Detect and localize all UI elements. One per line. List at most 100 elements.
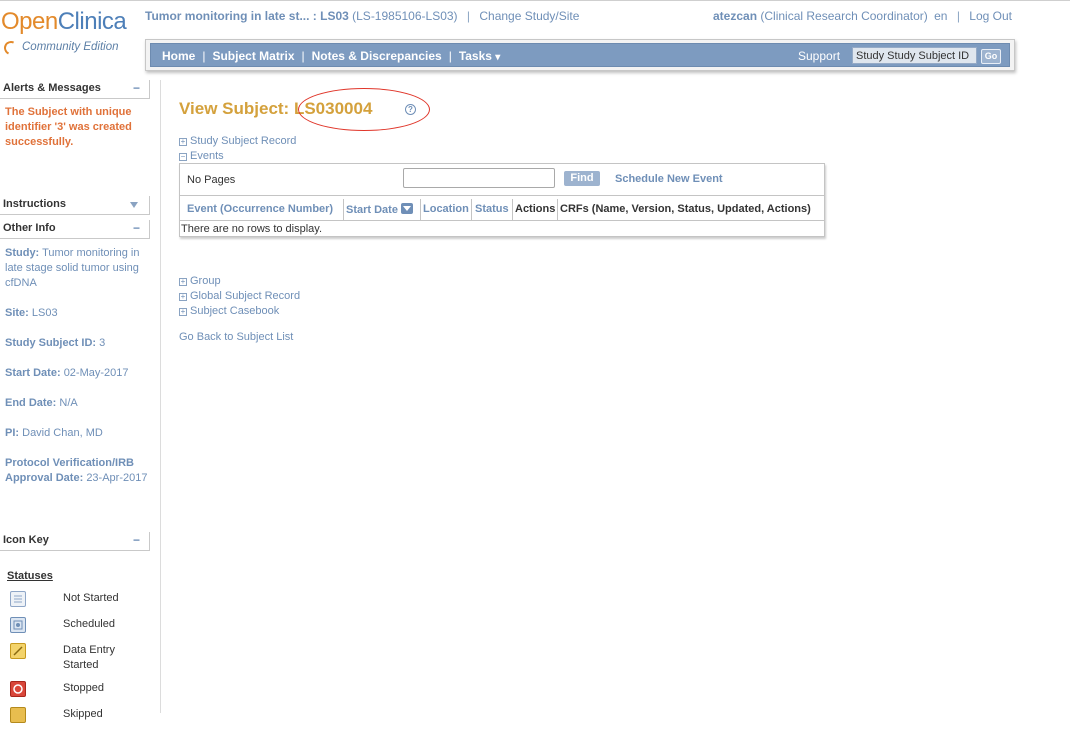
info-end-date: End Date: N/A	[5, 396, 148, 411]
status-label: Stopped	[63, 682, 104, 694]
change-study-link[interactable]: Change Study/Site	[479, 9, 579, 23]
info-study: Study: Tumor monitoring in late stage so…	[5, 246, 148, 291]
nav-separator: |	[202, 49, 206, 63]
other-info-panel-title: Other Info	[3, 222, 56, 234]
openclinica-logo[interactable]: OpenClinica Community Edition	[0, 8, 142, 60]
column-header-status[interactable]: Status	[475, 203, 509, 215]
column-header-location[interactable]: Location	[423, 203, 469, 215]
find-button[interactable]: Find	[564, 171, 600, 186]
annotation-circle	[298, 88, 430, 131]
group-label: Group	[190, 275, 221, 287]
column-header-actions: Actions	[515, 203, 556, 215]
subject-casebook-label: Subject Casebook	[190, 305, 280, 317]
icon-key-panel-header[interactable]: Icon Key −	[0, 532, 150, 551]
column-divider	[557, 199, 558, 220]
user-name: atezcan	[713, 9, 758, 23]
other-info-panel-header[interactable]: Other Info −	[0, 220, 150, 239]
info-study-label: Study:	[5, 247, 40, 259]
info-ssid-label: Study Subject ID:	[5, 337, 97, 349]
status-label: Skipped	[63, 708, 103, 720]
collapse-icon: −	[179, 152, 187, 161]
column-divider	[471, 199, 472, 220]
column-divider	[420, 199, 421, 220]
nav-separator: |	[301, 49, 305, 63]
info-ssid-value: 3	[99, 337, 106, 349]
expand-icon[interactable]	[130, 202, 138, 208]
status-label: Not Started	[63, 592, 119, 604]
info-site: Site: LS03	[5, 306, 148, 321]
nav-tasks-label: Tasks	[458, 49, 492, 63]
events-search-input[interactable]	[403, 168, 555, 188]
logo-wordmark: OpenClinica	[1, 8, 127, 36]
current-study-name: Tumor monitoring in late st... : LS03	[145, 9, 349, 23]
info-end-value: N/A	[59, 397, 78, 409]
page-title-prefix: View Subject:	[179, 99, 290, 118]
nav-items: Home | Subject Matrix | Notes & Discrepancie…	[162, 49, 500, 63]
study-subject-record-toggle[interactable]: + Study Subject Record	[179, 135, 296, 147]
icon-key-row: Not Started	[10, 591, 150, 615]
schedule-new-event-link[interactable]: Schedule New Event	[615, 173, 723, 185]
search-go-button[interactable]: Go	[981, 49, 1001, 64]
icon-key-panel-title: Icon Key	[3, 534, 49, 546]
info-protocol-verification: Protocol Verification/IRB Approval Date:…	[5, 456, 148, 486]
column-header-start-date-label: Start Date	[346, 204, 398, 216]
column-divider	[343, 199, 344, 220]
language-link[interactable]: en	[934, 9, 947, 23]
other-info-panel: Other Info −	[0, 220, 150, 239]
events-toggle[interactable]: − Events	[179, 150, 224, 162]
collapse-icon[interactable]: −	[133, 81, 140, 95]
study-subject-id-search-input[interactable]	[852, 47, 977, 64]
main-navbar: Home | Subject Matrix | Notes & Discrepancie…	[150, 43, 1010, 67]
instructions-panel-header[interactable]: Instructions	[0, 196, 150, 215]
column-header-event[interactable]: Event (Occurrence Number)	[187, 203, 333, 215]
nav-tasks[interactable]: Tasks ▾	[459, 49, 501, 63]
collapse-icon[interactable]: −	[133, 221, 140, 235]
info-site-value: LS03	[31, 307, 58, 319]
pagination-status: No Pages	[187, 174, 236, 186]
sort-descending-icon[interactable]	[400, 203, 413, 214]
info-start-date: Start Date: 02-May-2017	[5, 366, 148, 381]
column-header-crfs: CRFs (Name, Version, Status, Updated, Ac…	[560, 203, 811, 215]
info-pi-value: David Chan, MD	[22, 427, 103, 439]
expand-icon: +	[179, 307, 187, 316]
data-entry-started-icon	[10, 643, 26, 659]
sidebar: Alerts & Messages − The Subject with uni…	[0, 80, 161, 723]
expand-icon: +	[179, 277, 187, 286]
header-separator: |	[956, 9, 960, 23]
sidebar-divider	[160, 80, 161, 713]
global-subject-record-label: Global Subject Record	[190, 290, 301, 302]
logo-edition-text: Community Edition	[22, 41, 119, 53]
info-pi: PI: David Chan, MD	[5, 426, 148, 441]
support-link[interactable]: Support	[798, 49, 840, 63]
info-site-label: Site:	[5, 307, 29, 319]
top-border	[0, 0, 1070, 1]
stopped-icon	[10, 681, 26, 697]
alerts-panel-title: Alerts & Messages	[3, 82, 101, 94]
header-separator: |	[466, 9, 471, 23]
expand-icon: +	[179, 137, 187, 146]
info-start-value: 02-May-2017	[63, 367, 129, 379]
empty-table-message: There are no rows to display.	[181, 223, 323, 235]
statuses-title: Statuses	[7, 570, 53, 582]
nav-notes-discrepancies[interactable]: Notes & Discrepancies	[312, 49, 442, 63]
column-header-start-date[interactable]: Start Date	[346, 203, 413, 216]
status-label: Data Entry Started	[63, 644, 115, 671]
nav-home[interactable]: Home	[162, 49, 195, 63]
group-toggle[interactable]: + Group	[179, 275, 221, 287]
nav-separator: |	[448, 49, 452, 63]
back-to-subject-list-link[interactable]: Go Back to Subject List	[179, 331, 293, 343]
info-pi-label: PI:	[5, 427, 20, 439]
subject-casebook-toggle[interactable]: + Subject Casebook	[179, 305, 279, 317]
status-label: Scheduled	[63, 618, 115, 630]
alert-message: The Subject with unique identifier '3' w…	[5, 106, 132, 148]
alerts-panel-header[interactable]: Alerts & Messages −	[0, 80, 150, 99]
toolbar-divider	[180, 195, 824, 196]
collapse-icon[interactable]: −	[133, 533, 140, 547]
alerts-panel: Alerts & Messages −	[0, 80, 150, 99]
nav-subject-matrix[interactable]: Subject Matrix	[212, 49, 294, 63]
logo-open-text: Open	[1, 8, 58, 35]
study-subject-record-label: Study Subject Record	[190, 135, 297, 147]
global-subject-record-toggle[interactable]: + Global Subject Record	[179, 290, 300, 302]
not-started-icon	[10, 591, 26, 607]
logout-link[interactable]: Log Out	[969, 9, 1012, 23]
